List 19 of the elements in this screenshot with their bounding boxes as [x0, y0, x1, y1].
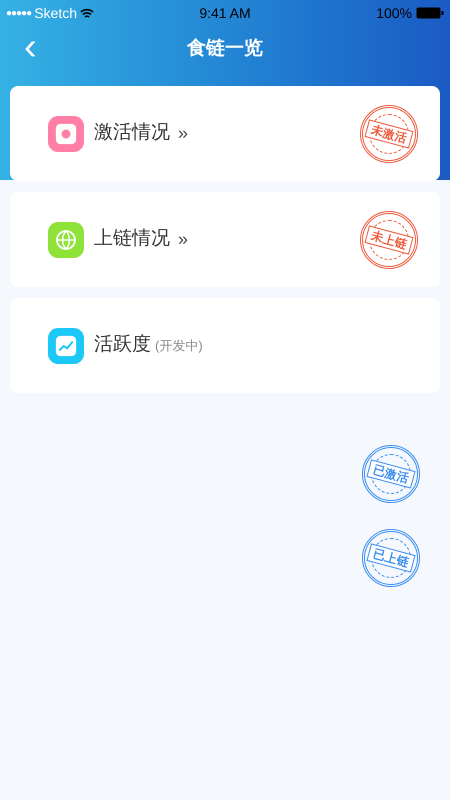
page-title: 食链一览	[187, 36, 263, 61]
card-title: 活跃度	[94, 333, 151, 358]
chevron-icon: »	[178, 120, 188, 147]
clock: 9:41 AM	[199, 4, 251, 22]
stamp-label: 已激活	[366, 459, 416, 489]
battery-percent: 100%	[376, 4, 412, 22]
menu-card[interactable]: 激活情况 » 未激活	[10, 86, 440, 181]
card-title: 上链情况	[94, 227, 170, 252]
chevron-icon: »	[178, 226, 188, 253]
wifi-icon	[80, 8, 94, 18]
signal-text: ●●●●●	[6, 6, 32, 20]
battery-icon	[416, 7, 444, 19]
stamp-label: 已上链	[366, 543, 416, 573]
menu-card[interactable]: 活跃度 (开发中)	[10, 298, 440, 393]
card-title: 激活情况	[94, 121, 170, 146]
status-note: (开发中)	[155, 336, 203, 355]
stamp-label: 未上链	[364, 224, 414, 254]
menu-card[interactable]: 上链情况 » 未上链	[10, 192, 440, 287]
carrier-name: Sketch	[34, 4, 78, 22]
